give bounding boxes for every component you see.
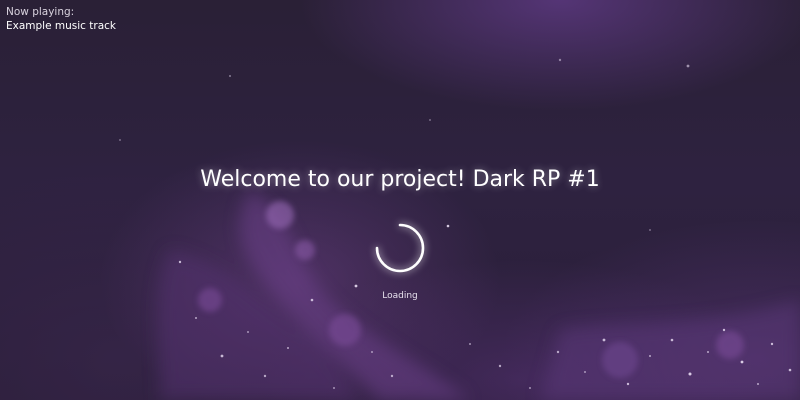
now-playing-panel: Now playing: Example music track bbox=[6, 5, 116, 33]
welcome-title: Welcome to our project! Dark RP #1 bbox=[200, 167, 600, 192]
loading-spinner-icon bbox=[371, 219, 429, 277]
loading-label: Loading bbox=[382, 291, 418, 301]
loading-screen: Now playing: Example music track Welcome… bbox=[0, 0, 800, 400]
background-particles bbox=[119, 58, 800, 400]
now-playing-track: Example music track bbox=[6, 20, 116, 32]
now-playing-label: Now playing: bbox=[6, 6, 75, 18]
